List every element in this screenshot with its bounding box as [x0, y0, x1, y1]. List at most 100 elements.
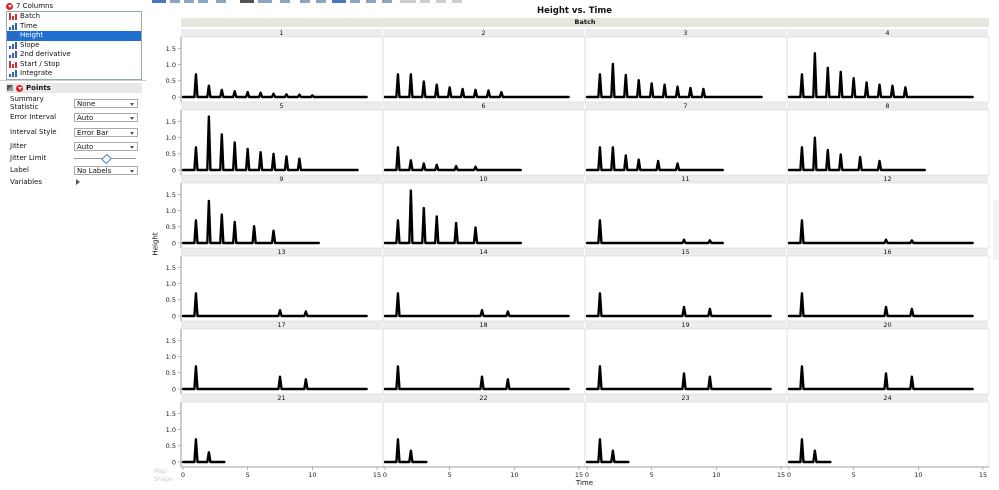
- jitter-limit-slider[interactable]: [74, 153, 136, 164]
- column-item[interactable]: Start / Stop: [7, 60, 141, 70]
- data-point[interactable]: [195, 292, 197, 295]
- label-dropdown[interactable]: No Labels: [74, 165, 138, 175]
- data-point[interactable]: [852, 77, 855, 80]
- slider-thumb[interactable]: [100, 153, 112, 164]
- data-point[interactable]: [839, 70, 842, 73]
- column-item[interactable]: Time: [7, 22, 141, 32]
- data-point[interactable]: [708, 307, 711, 310]
- data-point[interactable]: [885, 238, 887, 241]
- data-point[interactable]: [885, 372, 887, 375]
- data-point[interactable]: [481, 309, 483, 312]
- variables-row[interactable]: Variables: [10, 177, 80, 187]
- data-point[interactable]: [878, 160, 881, 162]
- disclosure-red-icon[interactable]: [6, 2, 13, 10]
- data-point[interactable]: [422, 162, 425, 165]
- data-point[interactable]: [195, 73, 197, 76]
- data-point[interactable]: [474, 226, 477, 229]
- columns-header[interactable]: 7 Columns: [6, 1, 53, 11]
- data-point[interactable]: [259, 91, 262, 94]
- data-point[interactable]: [279, 375, 281, 378]
- data-point[interactable]: [910, 375, 913, 378]
- data-point[interactable]: [637, 158, 640, 161]
- data-point[interactable]: [279, 309, 281, 312]
- data-point[interactable]: [500, 91, 503, 94]
- data-point[interactable]: [676, 85, 679, 88]
- data-point[interactable]: [311, 94, 314, 97]
- data-point[interactable]: [611, 449, 614, 452]
- data-point[interactable]: [409, 449, 412, 452]
- data-point[interactable]: [801, 146, 803, 149]
- data-point[interactable]: [422, 207, 425, 209]
- data-point[interactable]: [397, 292, 399, 295]
- data-point[interactable]: [637, 79, 640, 82]
- data-point[interactable]: [599, 365, 601, 368]
- data-point[interactable]: [246, 148, 249, 150]
- data-point[interactable]: [207, 451, 210, 454]
- data-point[interactable]: [650, 82, 653, 85]
- data-point[interactable]: [801, 73, 803, 76]
- data-point[interactable]: [233, 221, 236, 223]
- data-point[interactable]: [455, 222, 458, 224]
- data-point[interactable]: [506, 310, 509, 313]
- data-point[interactable]: [397, 365, 399, 368]
- data-point[interactable]: [195, 365, 197, 368]
- data-point[interactable]: [676, 162, 679, 165]
- data-point[interactable]: [481, 375, 483, 378]
- column-item[interactable]: 2nd derivative: [7, 50, 141, 60]
- data-point[interactable]: [826, 66, 829, 69]
- data-point[interactable]: [910, 307, 913, 310]
- jitter-dropdown[interactable]: Auto: [74, 141, 138, 151]
- data-point[interactable]: [683, 306, 685, 308]
- column-item[interactable]: Slope: [7, 41, 141, 51]
- summary-statistic-dropdown[interactable]: None: [74, 98, 138, 108]
- data-point[interactable]: [599, 73, 601, 76]
- data-point[interactable]: [813, 449, 816, 452]
- data-point[interactable]: [813, 52, 816, 55]
- data-point[interactable]: [702, 88, 705, 90]
- data-point[interactable]: [397, 146, 399, 149]
- data-point[interactable]: [253, 225, 256, 228]
- data-point[interactable]: [285, 93, 288, 96]
- data-point[interactable]: [599, 438, 601, 441]
- data-point[interactable]: [195, 438, 197, 441]
- data-point[interactable]: [435, 215, 438, 218]
- data-point[interactable]: [246, 91, 249, 94]
- data-point[interactable]: [801, 219, 803, 222]
- data-point[interactable]: [885, 306, 887, 308]
- data-point[interactable]: [865, 81, 868, 84]
- data-point[interactable]: [304, 310, 307, 313]
- data-point[interactable]: [801, 365, 803, 368]
- data-point[interactable]: [207, 200, 210, 202]
- data-point[interactable]: [272, 152, 275, 155]
- data-point[interactable]: [859, 156, 862, 158]
- data-point[interactable]: [304, 378, 307, 381]
- data-point[interactable]: [409, 189, 412, 192]
- data-point[interactable]: [285, 155, 288, 158]
- data-point[interactable]: [506, 378, 509, 381]
- data-point[interactable]: [878, 83, 881, 86]
- column-item[interactable]: Height: [7, 31, 141, 41]
- data-point[interactable]: [207, 84, 210, 87]
- data-point[interactable]: [663, 83, 666, 86]
- data-point[interactable]: [259, 151, 262, 154]
- data-point[interactable]: [272, 92, 275, 95]
- data-point[interactable]: [826, 149, 829, 151]
- data-point[interactable]: [397, 219, 399, 222]
- data-point[interactable]: [904, 86, 907, 89]
- data-point[interactable]: [708, 375, 711, 378]
- data-point[interactable]: [397, 73, 399, 76]
- data-point[interactable]: [422, 80, 425, 83]
- data-point[interactable]: [298, 157, 301, 160]
- data-point[interactable]: [624, 74, 627, 76]
- expand-triangle-icon[interactable]: [76, 179, 80, 185]
- data-point[interactable]: [233, 90, 236, 93]
- data-point[interactable]: [272, 229, 275, 232]
- points-header[interactable]: Points: [6, 83, 142, 93]
- data-point[interactable]: [435, 163, 438, 166]
- data-point[interactable]: [801, 292, 803, 295]
- data-point[interactable]: [220, 133, 223, 136]
- data-point[interactable]: [455, 165, 458, 168]
- data-point[interactable]: [683, 372, 685, 375]
- data-point[interactable]: [474, 88, 477, 91]
- data-point[interactable]: [207, 115, 210, 118]
